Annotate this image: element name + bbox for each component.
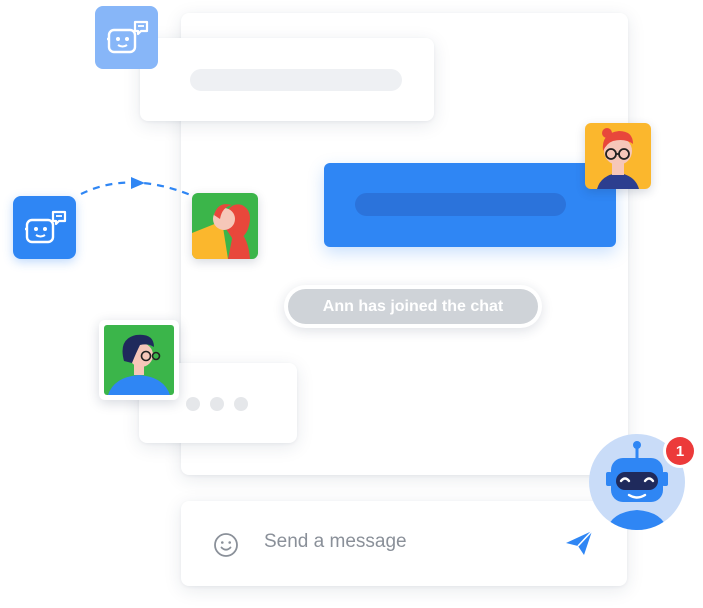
agent-avatar-image <box>192 193 258 259</box>
incoming-message-bubble <box>140 38 434 121</box>
chatbot-avatar <box>13 196 76 259</box>
avatar-user-glasses <box>585 123 651 189</box>
message-placeholder-line <box>190 69 402 91</box>
system-notice-text: Ann has joined the chat <box>288 289 538 324</box>
avatar-agent <box>192 193 258 259</box>
system-notice: Ann has joined the chat <box>284 285 542 328</box>
typing-dot <box>234 397 248 411</box>
message-placeholder-line <box>355 193 566 216</box>
outgoing-message-bubble <box>324 163 616 247</box>
notification-badge: 1 <box>666 437 694 465</box>
chatbot-icon <box>107 20 149 54</box>
transfer-arrow <box>80 177 194 198</box>
message-composer: Send a message <box>181 501 627 586</box>
chatbot-avatar-faded <box>95 6 158 69</box>
typing-dot <box>210 397 224 411</box>
chatbot-icon <box>25 210 67 244</box>
message-input[interactable]: Send a message <box>264 531 407 553</box>
user-avatar-image <box>585 123 651 189</box>
avatar-user-dark-hair <box>99 320 179 400</box>
typing-dot <box>186 397 200 411</box>
user-avatar-image <box>104 325 174 395</box>
smiley-icon[interactable] <box>213 532 239 558</box>
send-icon[interactable] <box>564 529 594 557</box>
